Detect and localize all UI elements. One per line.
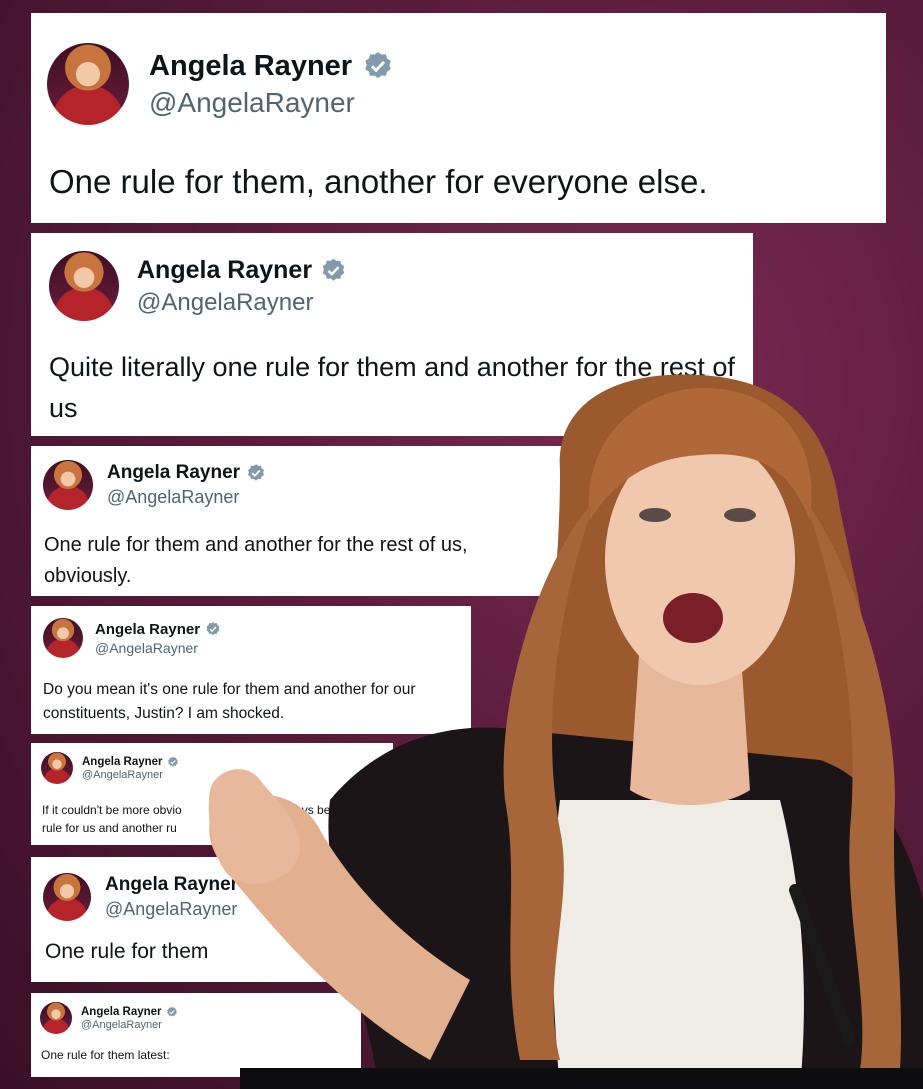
torso <box>328 727 923 1089</box>
tweet-text: If it couldn't be more obvio ys be o rule… <box>42 801 340 837</box>
tweet-text-line2: rule for us and another ru <box>42 821 177 835</box>
avatar <box>43 873 91 921</box>
avatar <box>49 251 119 321</box>
author-name: Angela Rayner <box>105 874 239 895</box>
eye-left <box>639 508 671 522</box>
tweet-card-4: Angela Rayner @AngelaRayner Do you mean … <box>31 606 471 734</box>
tweet-text-line1-end: ys be o <box>301 803 341 817</box>
verified-badge-icon <box>166 1006 177 1017</box>
microphone-icon <box>789 884 856 1046</box>
tweet-card-2: Angela Rayner @AngelaRayner Quite litera… <box>31 233 753 436</box>
verified-badge-icon <box>365 52 391 79</box>
verified-badge-icon <box>206 622 220 636</box>
avatar <box>40 1002 72 1034</box>
avatar <box>43 618 83 658</box>
tweet-card-7: Angela Rayner @AngelaRayner One rule for… <box>31 993 361 1077</box>
mouth <box>663 593 723 643</box>
author-handle: @AngelaRayner <box>149 86 355 118</box>
collage: Angela Rayner @AngelaRayner One rule for… <box>0 0 923 1089</box>
author-name: Angela Rayner <box>95 620 201 638</box>
tweet-text: Quite literally one rule for them and an… <box>49 352 735 423</box>
avatar <box>43 460 93 510</box>
author-name: Angela Rayner <box>82 755 163 768</box>
author-handle: @AngelaRayner <box>81 1018 162 1031</box>
author-name: Angela Rayner <box>137 255 313 284</box>
author-handle: @AngelaRayner <box>107 487 240 507</box>
tweet-card-5: Angela Rayner @AngelaRayner If it couldn… <box>31 743 393 845</box>
avatar <box>41 752 73 784</box>
avatar <box>47 43 129 125</box>
author-handle: @AngelaRayner <box>95 639 198 656</box>
author-handle: @AngelaRayner <box>105 899 238 919</box>
verified-badge-icon <box>322 258 345 281</box>
hair-side-right <box>805 500 902 1070</box>
tweet-card-1: Angela Rayner @AngelaRayner One rule for… <box>31 13 886 223</box>
hair-back <box>520 374 881 1071</box>
author-name: Angela Rayner <box>149 49 353 82</box>
tweet-text: One rule for them and another for the re… <box>44 534 468 587</box>
author-name: Angela Rayner <box>107 462 241 483</box>
author-handle: @AngelaRayner <box>82 768 163 781</box>
tweet-text-line1: If it couldn't be more obvio <box>42 803 182 817</box>
tweet-card-6: Angela Rayner @AngelaRayner One rule for… <box>31 857 361 982</box>
tweet-text: One rule for them <box>45 940 209 963</box>
verified-badge-icon <box>167 756 178 767</box>
tweet-card-3: Angela Rayner @AngelaRayner One rule for… <box>31 446 568 596</box>
eye-right <box>724 508 756 522</box>
author-name: Angela Rayner <box>81 1005 162 1018</box>
verified-badge-icon <box>248 464 265 481</box>
tweet-text: One rule for them, another for everyone … <box>49 163 708 200</box>
author-handle: @AngelaRayner <box>137 288 314 316</box>
tweet-text: Do you mean it's one rule for them and a… <box>43 681 416 722</box>
blouse <box>552 800 804 1089</box>
face <box>605 435 795 685</box>
neck <box>630 640 750 805</box>
tweet-text: One rule for them latest: <box>41 1048 170 1062</box>
